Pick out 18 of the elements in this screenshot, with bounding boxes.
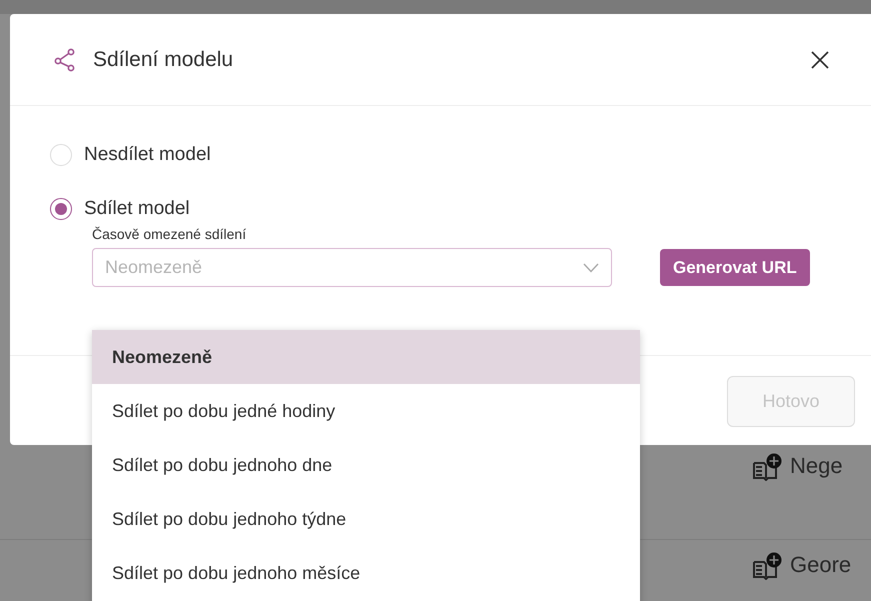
generate-url-button[interactable]: Generovat URL xyxy=(660,249,810,286)
close-icon[interactable] xyxy=(810,50,830,70)
book-plus-icon xyxy=(752,453,782,481)
dropdown-option[interactable]: Sdílet po dobu jedné hodiny xyxy=(92,384,640,438)
field-label: Časově omezené sdílení xyxy=(92,226,248,242)
dropdown-option[interactable]: Sdílet po dobu jednoho dne xyxy=(92,438,640,492)
dialog-title: Sdílení modelu xyxy=(93,48,234,72)
book-plus-icon xyxy=(752,552,782,580)
chevron-down-icon xyxy=(583,262,599,272)
radio-button[interactable] xyxy=(50,198,72,220)
dropdown-option[interactable]: Sdílet po dobu jednoho měsíce xyxy=(92,546,640,600)
dropdown-option[interactable]: Neomezeně xyxy=(92,330,640,384)
dropdown-option[interactable]: Sdílet po dobu jednoho týdne xyxy=(92,492,640,546)
list-item-title: Geore xyxy=(790,552,852,578)
option-label: Nesdílet model xyxy=(84,144,211,166)
share-icon xyxy=(54,48,76,72)
list-item-title: Nege xyxy=(790,453,843,479)
option-label: Sdílet model xyxy=(84,198,190,220)
